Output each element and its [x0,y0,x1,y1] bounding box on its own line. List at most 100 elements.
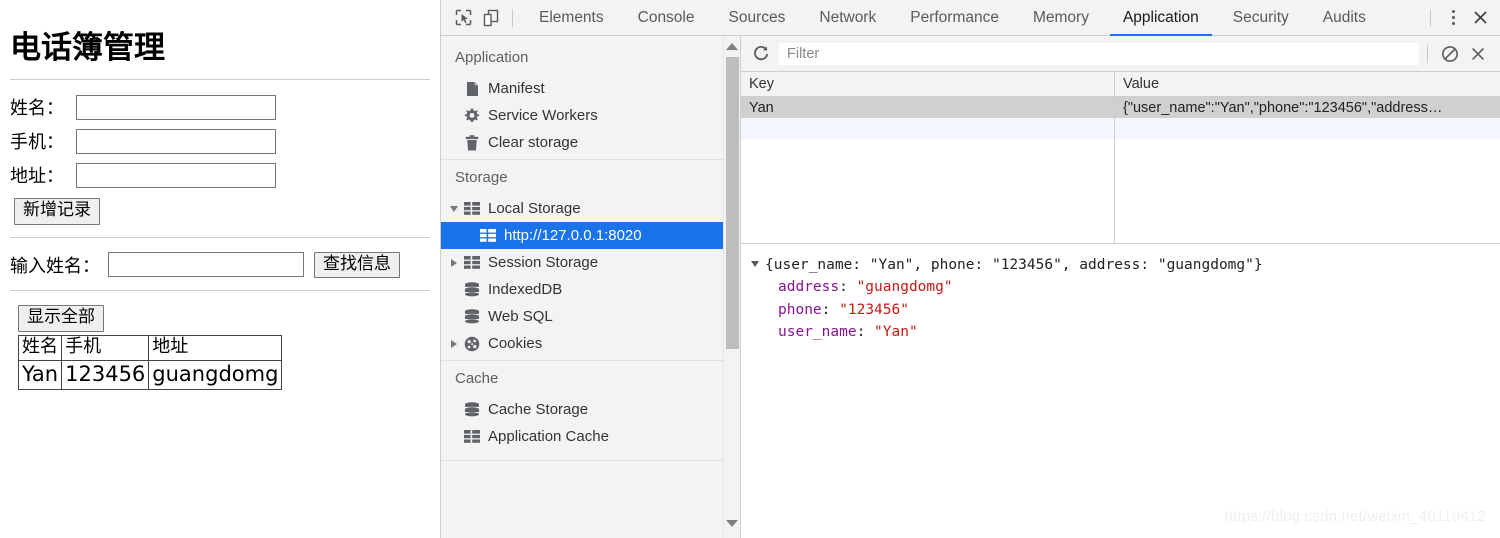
refresh-icon[interactable] [747,40,775,68]
tab-audits[interactable]: Audits [1306,0,1383,36]
web-page-pane: 电话簿管理 姓名： 手机： 地址： 新增记录 输入姓名： 查找信息 显示全部 姓… [0,0,440,538]
chevron-right-icon[interactable] [447,339,461,348]
preview-property-value: "123456" [839,301,909,318]
table-cell-address: guangdomg [148,360,283,391]
preview-property-name: address [778,279,840,296]
search-label: 输入姓名： [10,255,100,277]
grid-row-empty[interactable] [741,118,1500,139]
preview-property-name: user_name [778,324,857,341]
table-grid-icon [463,428,481,446]
table-grid-icon [479,227,497,245]
sidebar-item-localstorage-origin[interactable]: http://127.0.0.1:8020 [441,222,740,249]
sidebar-item-session-storage[interactable]: Session Storage [441,249,740,276]
grid-cell-value-empty [1115,118,1500,139]
form-row-name: 姓名： [10,94,432,120]
tab-sources[interactable]: Sources [712,0,803,36]
close-icon[interactable] [1466,4,1494,32]
tab-security[interactable]: Security [1216,0,1306,36]
sidebar-item-service-workers[interactable]: Service Workers [441,102,740,129]
sidebar-item-application-cache[interactable]: Application Cache [441,423,740,450]
sidebar-item-indexeddb[interactable]: IndexedDB [441,276,740,303]
sidebar-section-storage-title: Storage [455,169,508,186]
sidebar-item-label: Cookies [488,335,543,352]
devtools-panel: Elements Console Sources Network Perform… [440,0,1500,538]
search-row: 输入姓名： 查找信息 [10,251,432,279]
add-record-button[interactable]: 新增记录 [14,198,100,225]
chevron-right-icon[interactable] [447,258,461,267]
phone-label: 手机： [10,132,64,153]
grid-header-key[interactable]: Key [741,72,1115,96]
table-cell-name: Yan [17,360,63,391]
scrollbar-thumb[interactable] [726,57,739,349]
database-icon [463,281,481,299]
sidebar-divider-3 [441,460,740,461]
search-button[interactable]: 查找信息 [314,251,400,279]
sidebar-item-local-storage[interactable]: Local Storage [441,195,740,222]
form-row-phone: 手机： [10,128,432,154]
sidebar-item-label: Session Storage [488,254,599,271]
preview-property-row: user_name : "Yan" [751,321,1500,343]
device-toolbar-icon[interactable] [477,4,505,32]
sidebar-item-label: Application Cache [488,428,609,445]
sidebar-item-clear-storage[interactable]: Clear storage [441,129,740,156]
sidebar-item-cache-storage[interactable]: Cache Storage [441,396,740,423]
tab-console[interactable]: Console [621,0,712,36]
preview-summary-line[interactable]: {user_name: "Yan", phone: "123456", addr… [751,254,1500,276]
cookie-icon [463,335,481,353]
no-entry-clear-icon[interactable] [1436,40,1464,68]
table-header-name: 姓名 [17,334,63,362]
grid-header-value[interactable]: Value [1115,72,1500,96]
toolbar-separator-right [1430,8,1431,27]
sidebar-item-label: Cache Storage [488,401,589,418]
sidebar-item-manifest[interactable]: Manifest [441,75,740,102]
value-preview-panel: {user_name: "Yan", phone: "123456", addr… [741,244,1500,538]
sidebar-item-web-sql[interactable]: Web SQL [441,303,740,330]
divider-top [10,79,430,80]
scroll-down-arrow-icon[interactable] [724,515,740,532]
sidebar-section-application-title: Application [455,49,529,66]
sidebar-section-cache-title: Cache [455,370,499,387]
grid-header-row: Key Value [741,72,1500,97]
search-name-input[interactable] [108,252,304,278]
sidebar-item-label: Clear storage [488,134,579,151]
kebab-menu-icon[interactable] [1440,5,1466,31]
page-title: 电话簿管理 [10,30,165,66]
preview-summary-text: {user_name: "Yan", phone: "123456", addr… [765,257,1263,273]
preview-colon: : [821,301,840,318]
show-all-button[interactable]: 显示全部 [18,305,104,332]
phone-input[interactable] [76,128,276,154]
application-sidebar: Application Manifest Service Workers Cle… [441,36,741,538]
preview-property-value: "Yan" [874,324,918,341]
sidebar-item-label: Local Storage [488,200,581,217]
inspect-element-icon[interactable] [449,4,477,32]
chevron-down-icon[interactable] [751,261,759,267]
address-input[interactable] [76,162,276,188]
grid-filler [741,139,1500,243]
gear-icon [463,107,481,125]
tab-elements[interactable]: Elements [522,0,621,36]
scroll-up-arrow-icon[interactable] [724,38,740,55]
tab-memory[interactable]: Memory [1016,0,1106,36]
divider-bottom [10,290,430,292]
delete-x-icon[interactable] [1464,40,1492,68]
sidebar-item-label: Manifest [488,80,545,97]
tab-performance[interactable]: Performance [893,0,1016,36]
filter-input[interactable] [779,42,1419,65]
name-input[interactable] [76,94,276,120]
table-header-phone: 手机 [61,334,150,362]
name-label: 姓名： [10,98,64,119]
trash-icon [463,134,481,152]
tab-network[interactable]: Network [802,0,893,36]
devtools-toolbar: Elements Console Sources Network Perform… [441,0,1500,36]
grid-filler-value-column [1115,139,1500,243]
devtools-body: Application Manifest Service Workers Cle… [441,36,1500,538]
chevron-down-icon[interactable] [447,205,461,212]
tab-application[interactable]: Application [1106,0,1216,36]
preview-property-row: address : "guangdomg" [751,276,1500,298]
sidebar-item-label: Web SQL [488,308,553,325]
filter-separator [1427,44,1428,63]
sidebar-scrollbar[interactable] [723,36,740,538]
grid-row-selected[interactable]: Yan {"user_name":"Yan","phone":"123456",… [741,97,1500,118]
sidebar-item-cookies[interactable]: Cookies [441,330,740,357]
table-row: Yan 123456 guangdomg [17,360,283,391]
